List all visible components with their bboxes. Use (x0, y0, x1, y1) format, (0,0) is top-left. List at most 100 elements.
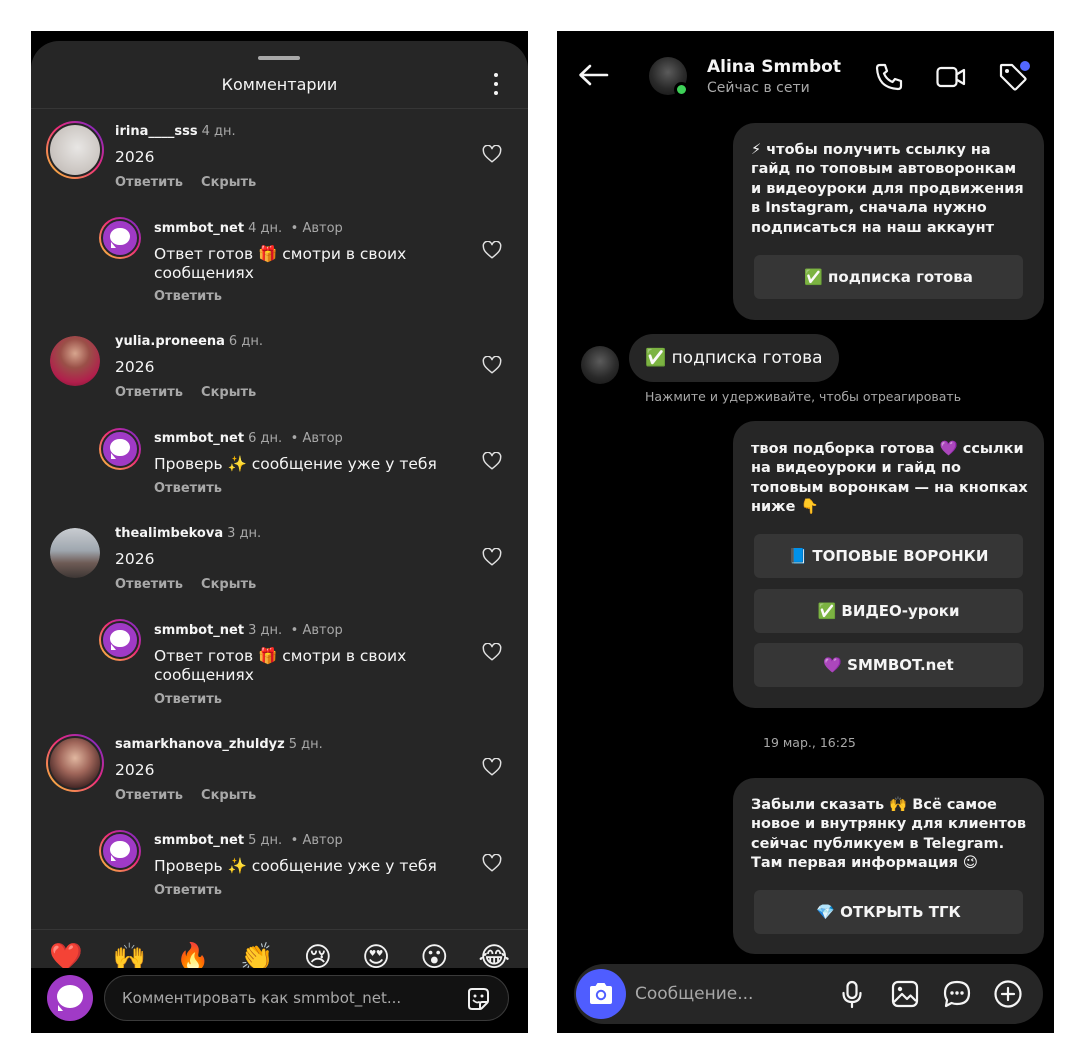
comment-text: 2026 (115, 550, 155, 568)
comment-username[interactable]: smmbot_net 3 дн. • Автор (154, 623, 343, 638)
back-arrow-icon[interactable] (577, 63, 609, 87)
message-composer: Сообщение... (574, 964, 1043, 1024)
message-input[interactable]: Сообщение... (635, 984, 753, 1004)
comment-actions: Ответить Скрыть (115, 577, 274, 592)
top-funnels-button[interactable]: 📘 ТОПОВЫЕ ВОРОНКИ (754, 534, 1023, 578)
heart-icon[interactable] (482, 356, 502, 374)
emoji-reaction[interactable]: ❤️ (49, 942, 83, 973)
avatar[interactable] (99, 428, 141, 470)
phone-icon[interactable] (873, 61, 905, 93)
avatar[interactable] (46, 734, 104, 792)
comment-input-placeholder: Комментировать как smmbot_net... (122, 989, 402, 1007)
reply-button[interactable]: Ответить (154, 883, 222, 898)
comment-actions: Ответить (154, 481, 240, 496)
comment-time: 4 дн. (248, 221, 283, 236)
contact-name[interactable]: Alina Smmbot (707, 57, 841, 77)
comment-text: 2026 (115, 761, 155, 779)
message-timestamp: 19 мар., 16:25 (763, 735, 856, 750)
comment-time: 6 дн. (228, 334, 263, 349)
comment-composer: Комментировать как smmbot_net... (31, 968, 528, 1033)
avatar[interactable] (99, 830, 141, 872)
divider (31, 108, 528, 109)
more-options-icon[interactable] (492, 73, 500, 95)
avatar[interactable] (46, 121, 104, 179)
reaction-hint: Нажмите и удерживайте, чтобы отреагирова… (645, 389, 962, 404)
camera-icon (590, 983, 612, 1004)
avatar[interactable] (99, 217, 141, 259)
smmbot-link-button[interactable]: 💜 SMMBOT.net (754, 643, 1023, 687)
bot-message-card: Забыли сказать 🙌 Всё самое новое и внутр… (733, 778, 1044, 954)
add-icon[interactable] (993, 979, 1023, 1009)
heart-icon[interactable] (482, 854, 502, 872)
author-badge: • Автор (290, 623, 343, 638)
contact-status: Сейчас в сети (707, 80, 810, 96)
comment-username[interactable]: smmbot_net 4 дн. • Автор (154, 221, 343, 236)
microphone-icon[interactable] (837, 979, 867, 1009)
chat-sticker-icon[interactable] (942, 979, 972, 1009)
emoji-reaction[interactable]: 😍 (362, 942, 390, 973)
camera-button[interactable] (576, 969, 626, 1019)
heart-icon[interactable] (482, 241, 502, 259)
comment-username[interactable]: yulia.proneena 6 дн. (115, 334, 263, 349)
comment-username[interactable]: smmbot_net 6 дн. • Автор (154, 431, 343, 446)
subscription-ready-button[interactable]: ✅ подписка готова (754, 255, 1023, 299)
comment-time: 6 дн. (248, 431, 283, 446)
comment-username[interactable]: thealimbekova 3 дн. (115, 526, 261, 541)
heart-icon[interactable] (482, 548, 502, 566)
comment-text: Проверь ✨ сообщение уже у тебя (154, 455, 437, 473)
hide-button[interactable]: Скрыть (201, 788, 256, 803)
comment-time: 5 дн. (248, 833, 283, 848)
heart-icon[interactable] (482, 643, 502, 661)
notification-dot (1020, 61, 1030, 71)
reply-button[interactable]: Ответить (154, 289, 222, 304)
comment-actions: Ответить (154, 692, 240, 707)
bot-message-text: твоя подборка готова 💜 ссылки на видеоур… (751, 441, 1028, 516)
sticker-icon[interactable] (464, 985, 492, 1013)
hide-button[interactable]: Скрыть (201, 175, 256, 190)
heart-icon[interactable] (482, 145, 502, 163)
reply-button[interactable]: Ответить (115, 788, 183, 803)
reply-button[interactable]: Ответить (154, 692, 222, 707)
bot-message-text: Забыли сказать 🙌 Всё самое новое и внутр… (751, 797, 1027, 872)
reply-button[interactable]: Ответить (154, 481, 222, 496)
sheet-grab-handle[interactable] (258, 56, 300, 60)
emoji-reaction[interactable]: 😮 (420, 942, 448, 973)
gallery-icon[interactable] (890, 979, 920, 1009)
hide-button[interactable]: Скрыть (201, 385, 256, 400)
comment-username[interactable]: irina____sss 4 дн. (115, 124, 236, 139)
avatar[interactable] (50, 528, 100, 578)
comment-time: 3 дн. (227, 526, 262, 541)
reply-button[interactable]: Ответить (115, 577, 183, 592)
comment-input[interactable]: Комментировать как smmbot_net... (104, 975, 509, 1021)
author-badge: • Автор (290, 221, 343, 236)
video-lessons-button[interactable]: ✅ ВИДЕО-уроки (754, 589, 1023, 633)
comment-text: 2026 (115, 358, 155, 376)
video-call-icon[interactable] (935, 61, 967, 93)
emoji-reaction[interactable]: 👏 (240, 942, 274, 973)
avatar[interactable] (50, 336, 100, 386)
emoji-reaction[interactable]: 😢 (304, 942, 332, 973)
comment-actions: Ответить Скрыть (115, 385, 274, 400)
bot-message-card: твоя подборка готова 💜 ссылки на видеоур… (733, 421, 1044, 708)
dm-screen: Alina Smmbot Сейчас в сети ⚡ чтобы получ… (557, 31, 1054, 1033)
heart-icon[interactable] (482, 758, 502, 776)
emoji-reaction[interactable]: 😂 (478, 942, 510, 973)
hide-button[interactable]: Скрыть (201, 577, 256, 592)
comment-text: Ответ готов 🎁 смотри в своих сообщениях (154, 647, 407, 684)
user-message-bubble[interactable]: ✅ подписка готова (629, 334, 839, 382)
bot-message-card: ⚡ чтобы получить ссылку на гайд по топов… (733, 123, 1044, 320)
reply-button[interactable]: Ответить (115, 385, 183, 400)
comment-time: 3 дн. (248, 623, 283, 638)
emoji-reaction[interactable]: 🔥 (176, 942, 210, 973)
emoji-reaction-bar: ❤️ 🙌 🔥 👏 😢 😍 😮 😂 (31, 929, 528, 973)
comment-username[interactable]: smmbot_net 5 дн. • Автор (154, 833, 343, 848)
comments-sheet: Комментарии irina____sss 4 дн. 2026 Ответ… (31, 41, 528, 1033)
open-telegram-button[interactable]: 💎 ОТКРЫТЬ ТГК (754, 890, 1023, 934)
emoji-reaction[interactable]: 🙌 (113, 942, 147, 973)
comment-actions: Ответить Скрыть (115, 788, 274, 803)
heart-icon[interactable] (482, 452, 502, 470)
avatar[interactable] (99, 619, 141, 661)
comment-username[interactable]: samarkhanova_zhuldyz 5 дн. (115, 737, 323, 752)
comment-actions: Ответить Скрыть (115, 175, 274, 190)
reply-button[interactable]: Ответить (115, 175, 183, 190)
